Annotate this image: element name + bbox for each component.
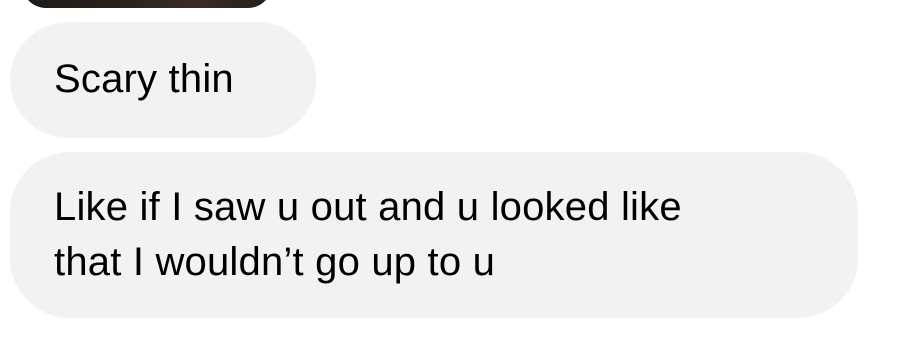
message-bubble[interactable]: Like if I saw u out and u looked like th… — [10, 152, 858, 318]
message-bubble[interactable]: Scary thin — [10, 22, 316, 138]
message-text: Like if I saw u out and u looked like th… — [54, 180, 834, 290]
message-text: Scary thin — [54, 52, 234, 107]
message-line: that I wouldn’t go up to u — [54, 240, 496, 284]
message-line: Scary thin — [54, 57, 234, 101]
shared-image-thumbnail[interactable] — [22, 0, 272, 8]
message-line: Like if I saw u out and u looked like — [54, 185, 682, 229]
